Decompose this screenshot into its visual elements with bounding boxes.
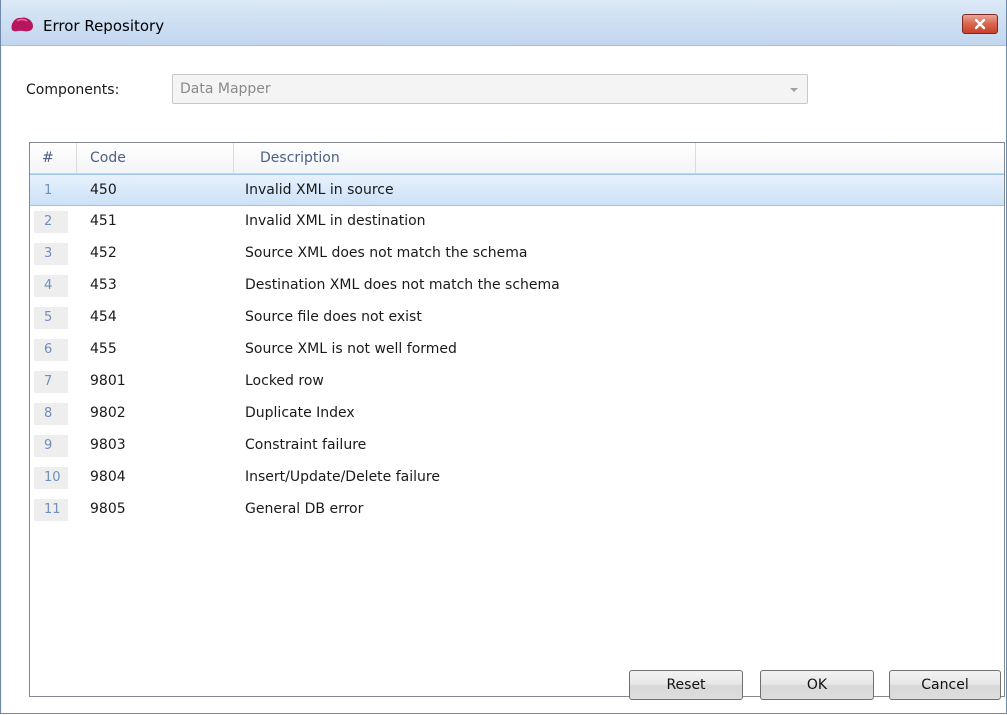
table-row[interactable]: 7 9801 Locked row — [30, 366, 1004, 398]
error-code-cell: 455 — [90, 341, 117, 357]
table-header: # Code Description — [30, 143, 1004, 174]
reset-button[interactable]: Reset — [629, 670, 743, 700]
error-code-cell: 9805 — [90, 501, 126, 517]
row-number: 1 — [44, 183, 53, 198]
table-row[interactable]: 11 9805 General DB error — [30, 494, 1004, 526]
error-description-cell: Constraint failure — [245, 437, 367, 453]
table-row[interactable]: 5 454 Source file does not exist — [30, 302, 1004, 334]
table-row[interactable]: 2 451 Invalid XML in destination — [30, 206, 1004, 238]
ok-button[interactable]: OK — [760, 670, 874, 700]
row-number: 10 — [34, 467, 68, 489]
window-title: Error Repository — [43, 17, 165, 35]
error-code-cell: 451 — [90, 213, 117, 229]
error-code-cell: 453 — [90, 277, 117, 293]
column-header-code[interactable]: Code — [90, 143, 126, 173]
table-row[interactable]: 1 450 Invalid XML in source — [30, 174, 1004, 206]
title-bar[interactable]: Error Repository — [1, 0, 1006, 46]
error-code-cell: 9804 — [90, 469, 126, 485]
error-code-cell: 450 — [90, 182, 117, 198]
row-number: 3 — [34, 243, 68, 265]
row-number: 7 — [34, 371, 68, 393]
row-number: 2 — [34, 211, 68, 233]
components-dropdown[interactable]: Data Mapper — [172, 74, 808, 104]
table-row[interactable]: 8 9802 Duplicate Index — [30, 398, 1004, 430]
error-description-cell: Insert/Update/Delete failure — [245, 469, 440, 485]
table-row[interactable]: 3 452 Source XML does not match the schema — [30, 238, 1004, 270]
chevron-down-icon — [790, 88, 798, 92]
column-header-description[interactable]: Description — [260, 143, 340, 173]
error-repository-dialog: Error Repository Components: Data Mapper… — [0, 0, 1007, 714]
error-code-cell: 452 — [90, 245, 117, 261]
row-number: 5 — [34, 307, 68, 329]
row-number: 8 — [34, 403, 68, 425]
error-code-cell: 9802 — [90, 405, 126, 421]
error-codes-table[interactable]: # Code Description 1 450 Invalid XML in so… — [29, 142, 1005, 697]
components-label: Components: — [26, 82, 120, 98]
error-description-cell: Invalid XML in source — [245, 182, 394, 198]
error-code-cell: 454 — [90, 309, 117, 325]
error-description-cell: Destination XML does not match the schem… — [245, 277, 560, 293]
close-button[interactable] — [962, 14, 998, 34]
error-code-cell: 9801 — [90, 373, 126, 389]
error-description-cell: General DB error — [245, 501, 364, 517]
error-description-cell: Source XML does not match the schema — [245, 245, 528, 261]
components-selected-value: Data Mapper — [180, 81, 271, 97]
column-divider[interactable] — [233, 143, 234, 173]
error-code-cell: 9803 — [90, 437, 126, 453]
column-header-number[interactable]: # — [42, 143, 54, 173]
row-number: 4 — [34, 275, 68, 297]
row-number: 9 — [34, 435, 68, 457]
error-description-cell: Source XML is not well formed — [245, 341, 457, 357]
table-row[interactable]: 9 9803 Constraint failure — [30, 430, 1004, 462]
error-description-cell: Duplicate Index — [245, 405, 355, 421]
column-divider[interactable] — [76, 143, 77, 173]
error-description-cell: Locked row — [245, 373, 324, 389]
error-description-cell: Source file does not exist — [245, 309, 422, 325]
close-icon — [974, 18, 986, 30]
table-row[interactable]: 6 455 Source XML is not well formed — [30, 334, 1004, 366]
dialog-body: Components: Data Mapper # Code Descripti… — [2, 46, 1006, 713]
table-row[interactable]: 4 453 Destination XML does not match the s… — [30, 270, 1004, 302]
row-number: 11 — [34, 499, 68, 521]
column-divider[interactable] — [695, 143, 696, 173]
row-number: 6 — [34, 339, 68, 361]
table-row[interactable]: 10 9804 Insert/Update/Delete failure — [30, 462, 1004, 494]
cancel-button[interactable]: Cancel — [889, 670, 1001, 700]
app-logo-icon — [11, 17, 33, 32]
error-description-cell: Invalid XML in destination — [245, 213, 426, 229]
